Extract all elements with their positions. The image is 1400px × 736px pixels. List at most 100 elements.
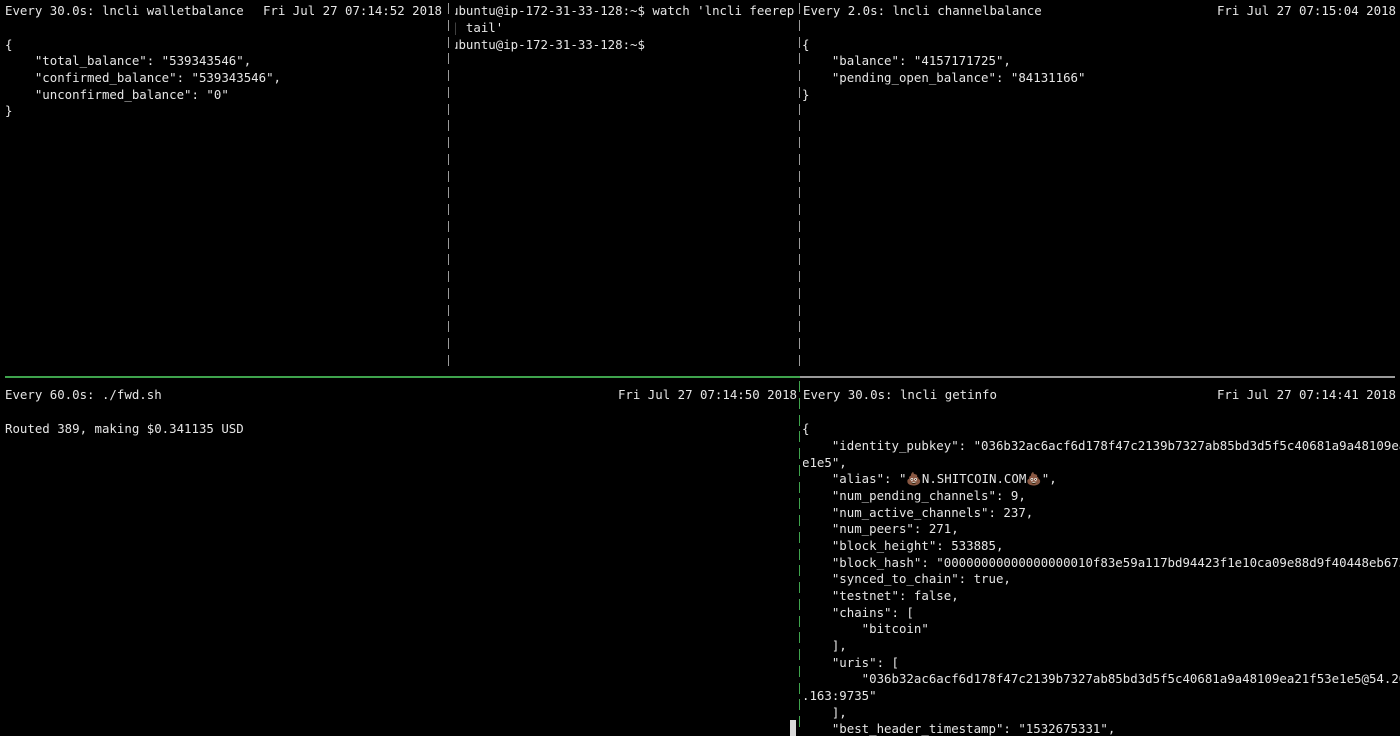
output-line: "balance": "4157171725", [803, 53, 1011, 68]
divider-segment [799, 87, 800, 98]
terminal-cursor [790, 720, 796, 736]
output-line: "block_height": 533885, [803, 538, 1004, 553]
output-line: Routed 389, making $0.341135 USD [5, 421, 244, 436]
shell-line: ubuntu@ip-172-31-33-128:~$ watch 'lncli … [455, 3, 795, 18]
divider-segment [448, 221, 449, 232]
divider-segment [799, 666, 800, 677]
divider-segment [448, 3, 449, 14]
pane-channelbalance[interactable]: Every 2.0s: lncli channelbalance Fri Jul… [803, 0, 1400, 376]
divider-segment [799, 154, 800, 165]
divider-segment [448, 154, 449, 165]
divider-segment [448, 137, 449, 148]
pane-header-time: Fri Jul 27 07:15:04 2018 [1216, 3, 1396, 18]
divider-segment [799, 683, 800, 694]
output-line: "pending_open_balance": "84131166" [803, 70, 1086, 85]
divider-segment [799, 398, 800, 409]
output-line: "num_active_channels": 237, [803, 505, 1034, 520]
divider-segment [799, 37, 800, 48]
output-line: { [803, 36, 809, 53]
divider-segment [799, 649, 800, 660]
output-line: "testnet": false, [803, 588, 959, 603]
divider-segment [799, 549, 800, 560]
divider-segment [799, 70, 800, 81]
output-line: .163:9735" [803, 688, 877, 703]
divider-segment [799, 338, 800, 349]
divider-segment [799, 305, 800, 316]
pane-getinfo[interactable]: Every 30.0s: lncli getinfo Fri Jul 27 07… [803, 378, 1400, 736]
divider-segment [448, 37, 449, 48]
divider-segment [448, 238, 449, 249]
divider-segment [799, 20, 800, 31]
output-line: } [803, 86, 809, 103]
divider-segment [799, 632, 800, 643]
pane-walletbalance[interactable]: Every 30.0s: lncli walletbalance Fri Jul… [0, 0, 446, 376]
divider-segment [448, 53, 449, 64]
output-line: "uris": [ [803, 655, 899, 670]
output-line: "alias": "💩N.SHITCOIN.COM💩", [803, 471, 1057, 486]
pane-header-time: Fri Jul 27 07:14:50 2018 [617, 387, 797, 402]
output-line: "synced_to_chain": true, [803, 571, 1011, 586]
pane-header-command: Every 2.0s: lncli channelbalance [803, 3, 1042, 18]
divider-segment [448, 171, 449, 182]
output-line: "identity_pubkey": "036b32ac6acf6d178f47… [803, 438, 1400, 453]
pane-shell[interactable]: ubuntu@ip-172-31-33-128:~$ watch 'lncli … [455, 0, 795, 376]
pane-fwd-report[interactable]: Every 60.0s: ./fwd.sh Fri Jul 27 07:14:5… [0, 378, 797, 736]
divider-segment [799, 238, 800, 249]
output-line: "num_pending_channels": 9, [803, 488, 1026, 503]
divider-segment [448, 120, 449, 131]
divider-segment [448, 355, 449, 366]
divider-segment [799, 171, 800, 182]
divider-segment [799, 321, 800, 332]
output-line: "total_balance": "539343546", [5, 53, 252, 68]
divider-segment [448, 87, 449, 98]
output-line: "confirmed_balance": "539343546", [5, 70, 282, 85]
divider-segment [799, 582, 800, 593]
output-line: "chains": [ [803, 605, 914, 620]
divider-segment [799, 288, 800, 299]
divider-segment [448, 271, 449, 282]
divider-segment [448, 321, 449, 332]
output-line: { [803, 420, 809, 437]
output-line: "num_peers": 271, [803, 521, 959, 536]
pane-header-command: Every 60.0s: ./fwd.sh [5, 387, 162, 402]
output-line: ], [803, 638, 847, 653]
divider-segment [448, 254, 449, 265]
output-line: "best_header_timestamp": "1532675331", [803, 721, 1116, 736]
output-line: "block_hash": "00000000000000000010f83e5… [803, 555, 1400, 570]
divider-segment [799, 448, 800, 459]
divider-segment [799, 104, 800, 115]
divider-segment [448, 288, 449, 299]
divider-segment [448, 20, 449, 31]
pane-header-command: Every 30.0s: lncli walletbalance [5, 3, 244, 18]
divider-segment [799, 599, 800, 610]
output-line: e1e5", [803, 455, 847, 470]
divider-segment [799, 465, 800, 476]
divider-segment [799, 221, 800, 232]
pane-header-command: Every 30.0s: lncli getinfo [803, 387, 997, 402]
output-line: "bitcoin" [803, 621, 929, 636]
divider-segment [799, 515, 800, 526]
divider-segment [799, 53, 800, 64]
divider-segment [799, 532, 800, 543]
divider-segment [799, 431, 800, 442]
pane-header-time: Fri Jul 27 07:14:52 2018 [262, 3, 442, 18]
divider-segment [448, 305, 449, 316]
divider-segment [799, 415, 800, 426]
divider-segment [799, 254, 800, 265]
output-line: ], [803, 705, 847, 720]
output-line: "unconfirmed_balance": "0" [5, 87, 229, 102]
divider-segment [799, 565, 800, 576]
pane-divider-vertical[interactable] [443, 0, 455, 378]
divider-segment [799, 187, 800, 198]
shell-prompt: ubuntu@ip-172-31-33-128:~$ [455, 37, 645, 52]
divider-segment [799, 616, 800, 627]
divider-segment [799, 498, 800, 509]
divider-segment [799, 716, 800, 727]
divider-segment [448, 104, 449, 115]
divider-segment [799, 271, 800, 282]
output-line: } [5, 103, 13, 118]
divider-segment [799, 381, 800, 392]
divider-segment [448, 70, 449, 81]
divider-segment [448, 338, 449, 349]
divider-segment [799, 355, 800, 366]
